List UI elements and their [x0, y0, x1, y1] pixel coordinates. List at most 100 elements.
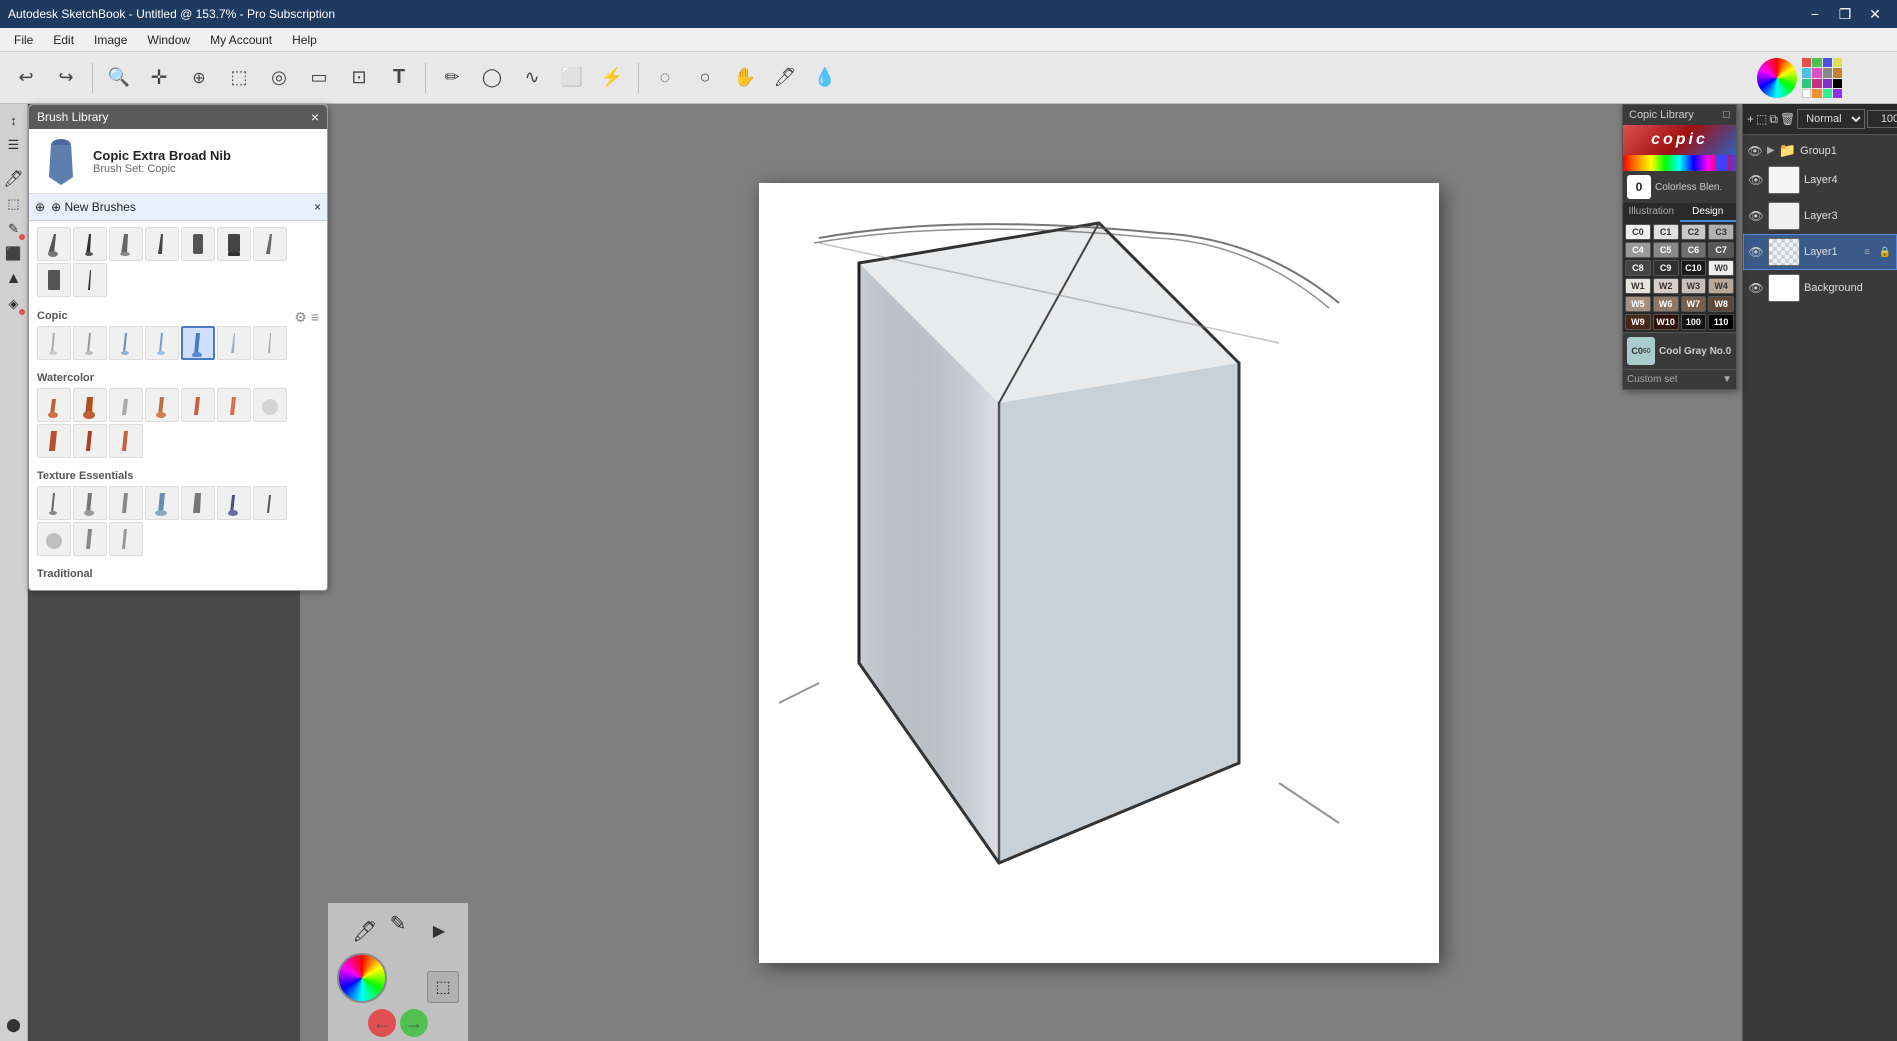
left-tool-5[interactable]: ▲ [2, 267, 26, 291]
minimize-button[interactable]: − [1801, 0, 1829, 28]
redo-button[interactable]: ↪ [48, 60, 84, 96]
left-tool-6[interactable]: ◈ [2, 292, 26, 316]
background-visibility[interactable]: 👁 [1748, 280, 1764, 296]
texture-brush-8[interactable] [37, 522, 71, 556]
copic-btn-w3[interactable]: W3 [1681, 278, 1707, 294]
copic-brush-2[interactable] [73, 326, 107, 360]
fill-button[interactable]: 🖊 [767, 60, 803, 96]
copic-btn-100[interactable]: 100 [1681, 314, 1707, 330]
group1-chevron[interactable]: ▶ [1767, 145, 1775, 156]
watercolor-brush-2[interactable] [73, 388, 107, 422]
brush-scroll-area[interactable]: Copic ⚙ ≡ [29, 221, 327, 590]
texture-brush-6[interactable] [217, 486, 251, 520]
color-grid-button[interactable] [1802, 58, 1842, 98]
copic-btn-c0[interactable]: C0 [1625, 224, 1651, 240]
copic-settings-icon[interactable]: ⚙ [294, 309, 307, 326]
left-tool-3[interactable]: ✎ [2, 217, 26, 241]
copic-brush-4[interactable] [145, 326, 179, 360]
brush-thumb-2[interactable] [73, 227, 107, 261]
brush-library-header[interactable]: Brush Library × [29, 105, 327, 129]
texture-brush-9[interactable] [73, 522, 107, 556]
texture-brush-4[interactable] [145, 486, 179, 520]
box3d-button[interactable]: ⬜ [554, 60, 590, 96]
oval-button[interactable]: ○ [687, 60, 723, 96]
color-wheel-small[interactable] [337, 953, 387, 1003]
layer-group-button[interactable]: ⬚ [1756, 108, 1767, 130]
menu-myaccount[interactable]: My Account [200, 31, 282, 49]
restore-button[interactable]: ❐ [1831, 0, 1859, 28]
copic-zero-badge[interactable]: 0 [1627, 175, 1651, 199]
layer3-visibility[interactable]: 👁 [1748, 208, 1764, 224]
texture-brush-2[interactable] [73, 486, 107, 520]
menu-edit[interactable]: Edit [43, 31, 84, 49]
text-button[interactable]: T [381, 60, 417, 96]
watercolor-brush-1[interactable] [37, 388, 71, 422]
layer-duplicate-button[interactable]: ⧉ [1769, 108, 1778, 130]
copic-btn-c1[interactable]: C1 [1653, 224, 1679, 240]
copic-library-close-button[interactable]: □ [1723, 109, 1730, 121]
texture-brush-1[interactable] [37, 486, 71, 520]
layer-delete-button[interactable]: 🗑 [1780, 108, 1795, 130]
copic-tab-illustration[interactable]: Illustration [1623, 203, 1680, 222]
copic-btn-w2[interactable]: W2 [1653, 278, 1679, 294]
undo-button[interactable]: ↩ [8, 60, 44, 96]
texture-brush-3[interactable] [109, 486, 143, 520]
copic-btn-c3[interactable]: C3 [1708, 224, 1734, 240]
select-button[interactable]: ✛ [141, 60, 177, 96]
copic-btn-w5[interactable]: W5 [1625, 296, 1651, 312]
texture-brush-7[interactable] [253, 486, 287, 520]
copic-btn-c7[interactable]: C7 [1708, 242, 1734, 258]
copic-brush-5-selected[interactable] [181, 326, 215, 360]
watercolor-brush-6[interactable] [217, 388, 251, 422]
left-tool-color[interactable]: ⬤ [2, 1013, 26, 1037]
ellipse-button[interactable]: ◎ [261, 60, 297, 96]
eyedrop-button[interactable]: 💧 [807, 60, 843, 96]
copic-btn-c5[interactable]: C5 [1653, 242, 1679, 258]
watercolor-brush-3[interactable] [109, 388, 143, 422]
copic-btn-c8[interactable]: C8 [1625, 260, 1651, 276]
close-button[interactable]: ✕ [1861, 0, 1889, 28]
brush-thumb-6[interactable] [217, 227, 251, 261]
poke-button[interactable]: ⊕ [181, 60, 217, 96]
copic-btn-w4[interactable]: W4 [1708, 278, 1734, 294]
watercolor-brush-8[interactable] [37, 424, 71, 458]
pencil-stroke-button[interactable]: ✎ [382, 907, 414, 939]
layer1-visibility[interactable]: 👁 [1748, 244, 1764, 260]
copic-btn-c9[interactable]: C9 [1653, 260, 1679, 276]
fill-tool-bottom[interactable]: ▶ [423, 915, 455, 947]
copic-btn-w0[interactable]: W0 [1708, 260, 1734, 276]
layer4-visibility[interactable]: 👁 [1748, 172, 1764, 188]
color-wheel-button[interactable] [1757, 58, 1797, 98]
copic-options-icon[interactable]: ≡ [311, 309, 319, 326]
nav-prev-button[interactable]: ← [368, 1009, 396, 1037]
left-tool-2[interactable]: ⬚ [2, 192, 26, 216]
smudge-button[interactable]: ✋ [727, 60, 763, 96]
texture-brush-10[interactable] [109, 522, 143, 556]
brush-library-close-button[interactable]: × [311, 109, 319, 125]
watercolor-brush-9[interactable] [73, 424, 107, 458]
menu-window[interactable]: Window [137, 31, 200, 49]
brush-thumb-4[interactable] [145, 227, 179, 261]
pencil-button[interactable]: ✏ [434, 60, 470, 96]
copic-btn-w8[interactable]: W8 [1708, 296, 1734, 312]
eraser-button[interactable]: ◌ [647, 60, 683, 96]
menu-help[interactable]: Help [282, 31, 327, 49]
opacity-input[interactable] [1867, 110, 1897, 128]
copic-btn-w6[interactable]: W6 [1653, 296, 1679, 312]
left-tool-arrow[interactable]: ↕ [2, 108, 26, 132]
left-tool-1[interactable]: 🖊 [2, 167, 26, 191]
perspective-button[interactable]: ⊡ [341, 60, 377, 96]
background-layer-item[interactable]: 👁 Background [1743, 270, 1897, 306]
watercolor-brush-10[interactable] [109, 424, 143, 458]
new-brushes-bar[interactable]: ⊕ ⊕ New Brushes × [29, 194, 327, 221]
copic-custom-set-arrow[interactable]: ▼ [1722, 374, 1732, 385]
add-layer-button[interactable]: + [1747, 108, 1754, 130]
menu-image[interactable]: Image [84, 31, 137, 49]
new-brushes-close[interactable]: × [314, 200, 321, 214]
copic-btn-w10[interactable]: W10 [1653, 314, 1679, 330]
brush-thumb-7[interactable] [253, 227, 287, 261]
copic-btn-c2[interactable]: C2 [1681, 224, 1707, 240]
copic-btn-w1[interactable]: W1 [1625, 278, 1651, 294]
copic-btn-w7[interactable]: W7 [1681, 296, 1707, 312]
copic-btn-c6[interactable]: C6 [1681, 242, 1707, 258]
